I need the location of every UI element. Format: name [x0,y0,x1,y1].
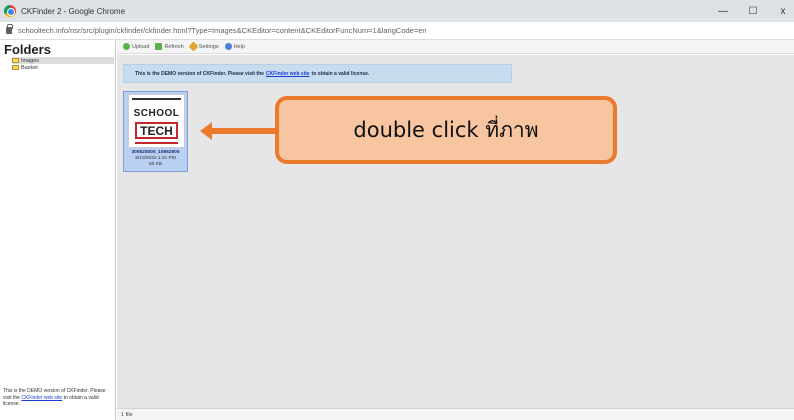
folders-title: Folders [4,42,51,57]
folder-tree: Images Basket [12,57,114,71]
annotation-text: double click ที่ภาพ [353,117,539,142]
help-button[interactable]: Help [224,43,245,50]
sidebar-demo-notice: This is the DEMO version of CKFinder. Pl… [3,388,113,408]
annotation-callout: double click ที่ภาพ [275,96,617,164]
folder-icon [12,58,19,63]
upload-button[interactable]: Upload [123,43,149,50]
address-bar[interactable]: schooltech.info/nsr/src/plugin/ckfinder/… [0,22,794,40]
settings-icon [188,41,199,52]
banner-license-link[interactable]: CKFinder web site [266,71,310,77]
file-date: 9/10/2022 1:31 PM [135,156,176,161]
maximize-button[interactable]: ☐ [738,0,768,22]
file-thumbnail[interactable]: SCHOOL TECH [128,94,185,148]
logo-school-text: SCHOOL [133,108,180,119]
toolbar: Upload Refresh Settings Help [117,40,794,54]
folder-label: Basket [21,64,38,71]
folder-label: Images [21,57,40,64]
refresh-button[interactable]: Refresh [155,43,184,50]
banner-text: This is the DEMO version of CKFinder. Pl… [135,70,264,77]
chrome-icon [4,5,16,17]
banner-text-end: to obtain a valid license. [311,70,370,77]
help-icon [224,43,232,50]
logo-tech-text: TECH [140,124,173,138]
minimize-button[interactable]: — [708,0,738,22]
settings-button[interactable]: Settings [188,41,219,52]
settings-label: Settings [198,43,219,50]
close-button[interactable]: x [768,0,794,22]
upload-label: Upload [132,43,150,50]
refresh-icon [155,43,163,50]
window-title: CKFinder 2 - Google Chrome [21,6,126,16]
window-titlebar: CKFinder 2 - Google Chrome — ☐ x [0,0,794,22]
demo-banner: This is the DEMO version of CKFinder. Pl… [123,64,512,83]
folder-item-images[interactable]: Images [12,57,114,64]
file-tile[interactable]: SCHOOL TECH 300520000_10552500 9/10/2022… [123,91,188,172]
sidebar-license-link[interactable]: CKFinder web site [21,395,62,401]
file-name: 300520000_10552500 [131,150,180,155]
logo-tech-box: TECH [135,122,178,139]
help-label: Help [233,43,245,50]
annotation-arrow-icon [200,122,276,140]
refresh-label: Refresh [164,43,184,50]
file-size: 50 KB [148,162,163,167]
folder-item-basket[interactable]: Basket [12,64,114,71]
logo-roof [132,98,181,104]
status-bar: 1 file [117,408,794,420]
folders-pane: Folders Images Basket This is the DEMO v… [0,40,116,420]
folder-icon [12,65,19,70]
logo-underline [135,142,178,144]
url-text[interactable]: schooltech.info/nsr/src/plugin/ckfinder/… [18,26,427,35]
lock-icon [6,24,13,34]
file-count: 1 file [121,411,133,418]
upload-icon [123,43,130,50]
